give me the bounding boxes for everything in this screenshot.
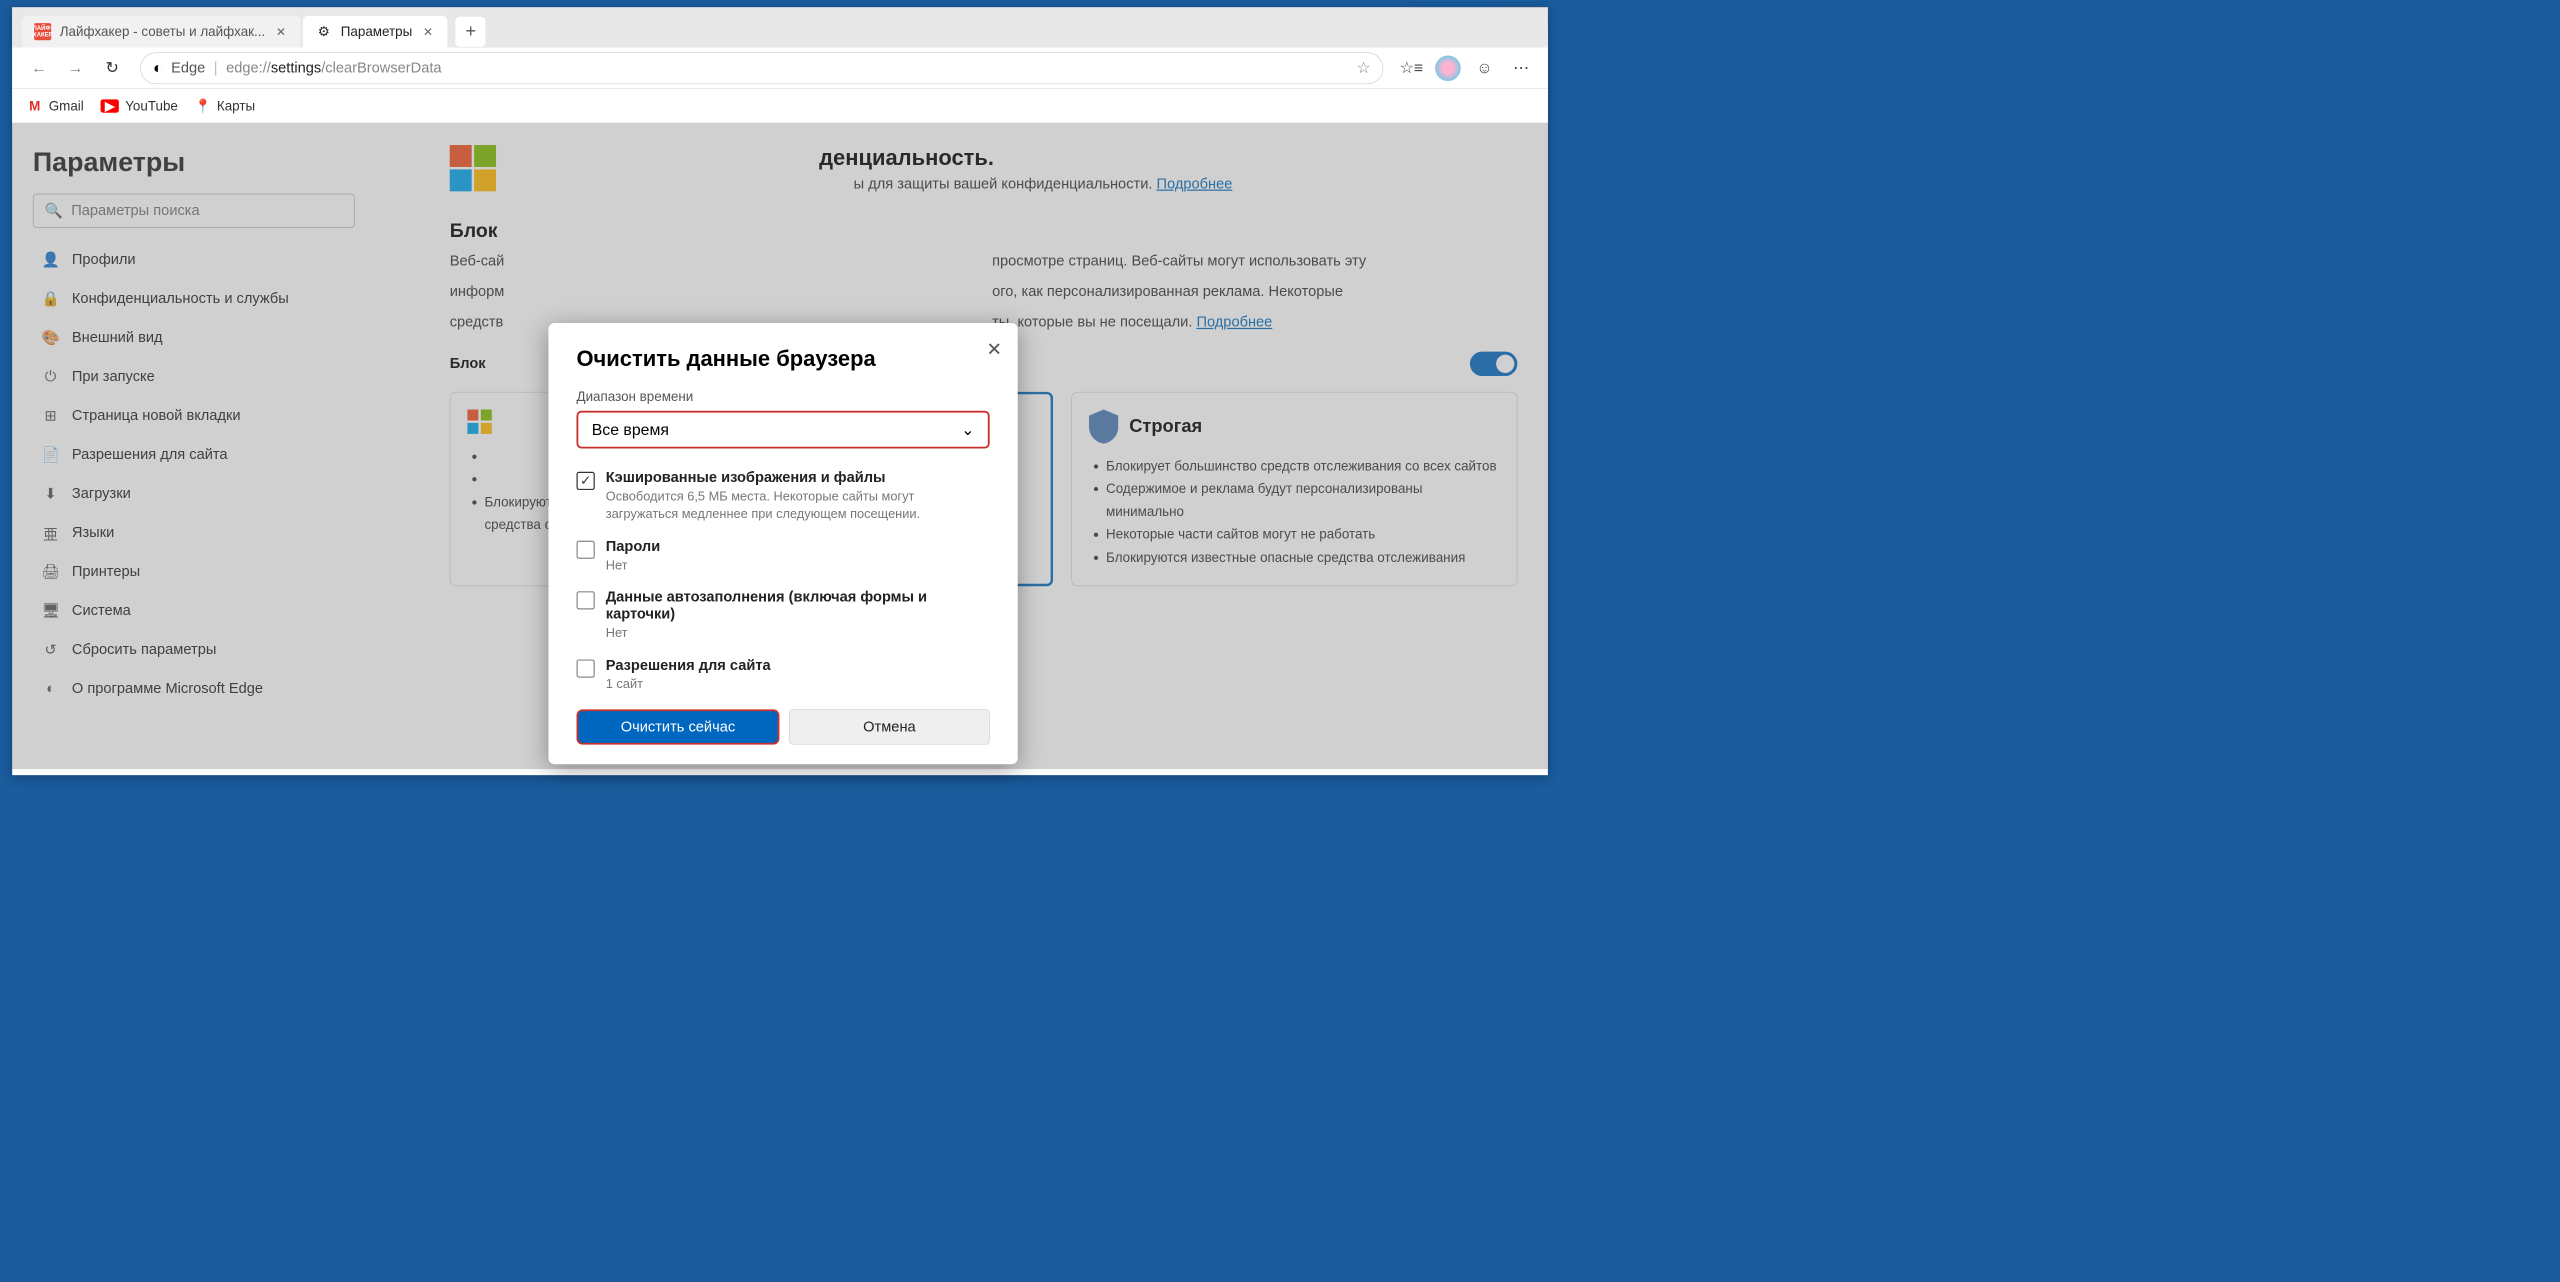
face-icon[interactable]: ☺: [1469, 52, 1501, 84]
bookmark-maps[interactable]: 📍 Карты: [195, 98, 255, 114]
address-bar[interactable]: ◐ Edge | edge://settings/clearBrowserDat…: [140, 52, 1383, 84]
close-tab-icon[interactable]: ✕: [274, 24, 289, 39]
checkbox-row[interactable]: Разрешения для сайта 1 сайт: [576, 649, 982, 693]
more-menu-icon[interactable]: ⋯: [1505, 52, 1537, 84]
close-tab-icon[interactable]: ✕: [421, 24, 436, 39]
dialog-title: Очистить данные браузера: [576, 346, 989, 372]
checkbox-row[interactable]: Пароли Нет: [576, 531, 982, 582]
checkbox-sublabel: Нет: [606, 624, 983, 642]
time-range-select[interactable]: Все время ⌄: [576, 411, 989, 449]
checkbox-sublabel: 1 сайт: [606, 675, 983, 693]
checkbox-label: Кэшированные изображения и файлы: [606, 469, 983, 486]
select-value: Все время: [592, 420, 669, 439]
tab-settings[interactable]: ⚙ Параметры ✕: [303, 16, 448, 48]
bookmark-youtube[interactable]: ▶ YouTube: [101, 98, 178, 114]
bookmark-label: Карты: [217, 98, 255, 114]
browser-window: ─ ▢ ✕ ЛАЙФХАКЕР Лайфхакер - советы и лай…: [12, 7, 1548, 775]
new-tab-button[interactable]: +: [455, 16, 487, 48]
bookmark-label: Gmail: [49, 98, 84, 114]
checkbox-label: Пароли: [606, 538, 983, 555]
checkbox-icon[interactable]: [576, 540, 594, 558]
youtube-icon: ▶: [101, 99, 119, 112]
time-range-label: Диапазон времени: [576, 389, 989, 405]
favorites-icon[interactable]: ☆≡: [1396, 52, 1428, 84]
profile-avatar[interactable]: [1432, 52, 1464, 84]
checkbox-icon[interactable]: [576, 591, 594, 609]
dialog-close-icon[interactable]: ✕: [987, 339, 1002, 360]
edge-label: Edge: [171, 59, 205, 76]
content-area: Параметры 🔍 Параметры поиска 👤Профили🔒Ко…: [12, 123, 1548, 769]
bookmarks-bar: M Gmail ▶ YouTube 📍 Карты: [12, 89, 1548, 123]
checkbox-icon[interactable]: ✓: [576, 472, 594, 490]
chevron-down-icon: ⌄: [961, 420, 974, 439]
gmail-icon: M: [27, 98, 43, 114]
refresh-button[interactable]: ↻: [96, 52, 128, 84]
tab-label: Лайфхакер - советы и лайфхак...: [60, 24, 265, 40]
forward-button[interactable]: →: [60, 52, 92, 84]
checkbox-icon[interactable]: [576, 659, 594, 677]
checkbox-row[interactable]: ✓ Кэшированные изображения и файлы Освоб…: [576, 462, 982, 531]
gear-icon: ⚙: [315, 23, 332, 40]
tab-label: Параметры: [341, 24, 412, 40]
edge-icon: ◐: [153, 59, 163, 78]
bookmark-label: YouTube: [125, 98, 178, 114]
maps-icon: 📍: [195, 98, 211, 114]
toolbar: ← → ↻ ◐ Edge | edge://settings/clearBrow…: [12, 48, 1548, 89]
checkbox-row[interactable]: Данные автозаполнения (включая формы и к…: [576, 581, 982, 649]
bookmark-gmail[interactable]: M Gmail: [27, 98, 84, 114]
tab-lifehacker[interactable]: ЛАЙФХАКЕР Лайфхакер - советы и лайфхак..…: [22, 16, 301, 48]
favicon-icon: ЛАЙФХАКЕР: [34, 23, 51, 40]
checkbox-sublabel: Нет: [606, 556, 983, 574]
data-type-list[interactable]: ✓ Кэшированные изображения и файлы Освоб…: [576, 462, 989, 694]
cancel-button[interactable]: Отмена: [789, 709, 989, 744]
url-text: edge://settings/clearBrowserData: [226, 59, 441, 76]
clear-data-dialog: ✕ Очистить данные браузера Диапазон врем…: [548, 323, 1017, 764]
checkbox-sublabel: Освободится 6,5 МБ места. Некоторые сайт…: [606, 488, 983, 524]
clear-now-button[interactable]: Очистить сейчас: [576, 709, 779, 744]
tab-strip: ЛАЙФХАКЕР Лайфхакер - советы и лайфхак..…: [12, 7, 1548, 47]
separator: |: [214, 59, 218, 76]
checkbox-label: Разрешения для сайта: [606, 657, 983, 674]
checkbox-label: Данные автозаполнения (включая формы и к…: [606, 589, 983, 623]
back-button[interactable]: ←: [23, 52, 55, 84]
favorite-star-icon[interactable]: ☆: [1356, 59, 1370, 78]
